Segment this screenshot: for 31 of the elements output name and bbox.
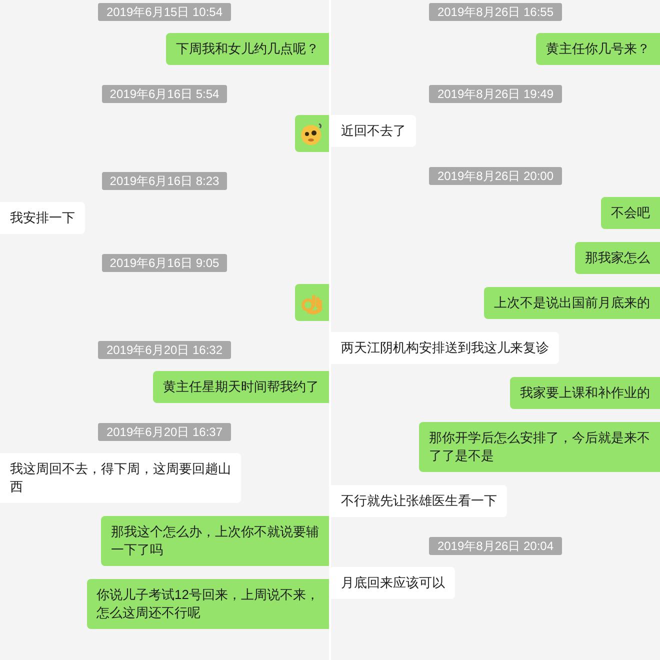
message-timestamp: 2019年6月20日 16:37	[98, 423, 231, 441]
message-timestamp: 2019年6月16日 8:23	[102, 172, 228, 190]
message-line: 你说儿子考试12号回来，上周说不来，	[96, 586, 319, 604]
message-line: 上次不是说出国前月底来的	[494, 294, 650, 312]
message-timestamp: 2019年6月20日 16:32	[98, 341, 231, 359]
message-line: 下周我和女儿约几点呢？	[176, 40, 319, 58]
message-line: 两天江阴机构安排送到我这儿来复诊	[341, 339, 549, 357]
message-timestamp: 2019年8月26日 20:04	[429, 537, 562, 555]
message-line: 近回不去了	[341, 122, 406, 140]
message-line: 那你开学后怎么安排了，今后就是来不	[429, 429, 650, 447]
message-timestamp: 2019年8月26日 19:49	[429, 85, 562, 103]
message-line: 那我家怎么	[585, 249, 650, 267]
message-timestamp: 2019年6月16日 9:05	[102, 254, 228, 272]
message-line: 我家要上课和补作业的	[520, 384, 650, 402]
confused-face-icon	[300, 122, 324, 146]
message-line: 那我这个怎么办，上次你不就说要辅	[111, 523, 319, 541]
message-line: 黄主任你几号来？	[546, 40, 650, 58]
message-line: 我这周回不去，得下周，这周要回趟山	[10, 460, 231, 478]
message-line: 不会吧	[611, 204, 650, 222]
message-line: 一下了吗	[111, 541, 164, 559]
message-line: 月底回来应该可以	[341, 574, 445, 592]
message-line: 黄主任星期天时间帮我约了	[163, 378, 319, 396]
message-line: 了了是不是	[429, 447, 495, 465]
message-line: 不行就先让张雄医生看一下	[341, 492, 497, 510]
message-timestamp: 2019年8月26日 20:00	[429, 167, 562, 185]
message-line: 怎么这周还不行呢	[96, 604, 202, 622]
message-timestamp: 2019年6月16日 5:54	[102, 85, 228, 103]
message-timestamp: 2019年6月15日 10:54	[98, 3, 231, 21]
message-line: 西	[10, 478, 24, 496]
message-timestamp: 2019年8月26日 16:55	[429, 3, 562, 21]
message-line: 我安排一下	[10, 209, 75, 227]
